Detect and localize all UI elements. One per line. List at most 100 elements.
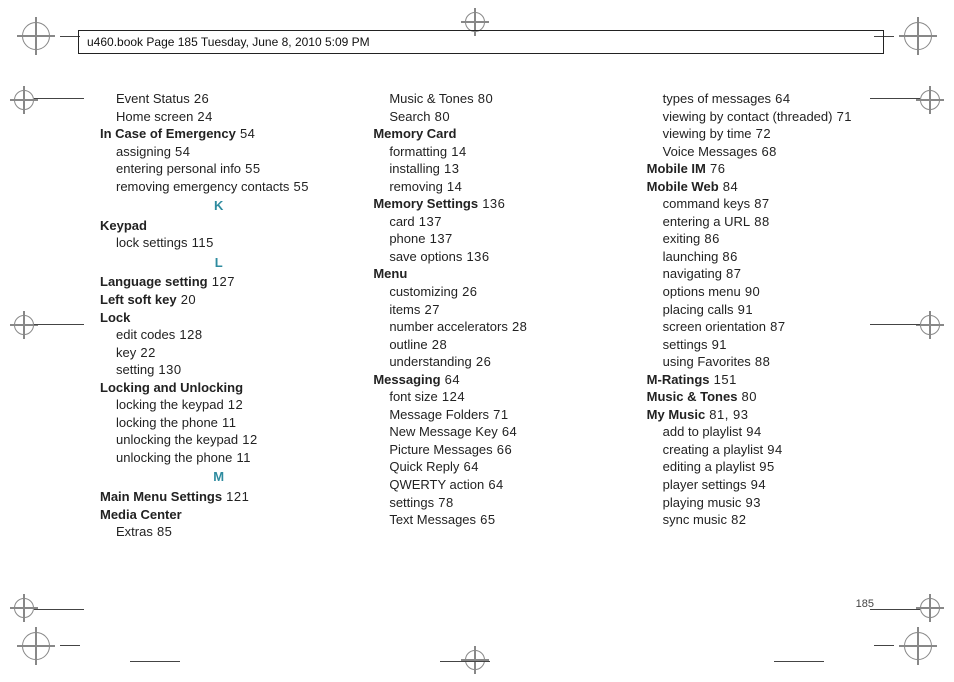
entry-text: settings: [389, 495, 434, 510]
entry-page: 12: [238, 432, 258, 447]
entry-text: Left soft key: [100, 292, 177, 307]
reg-mark-icon: [14, 90, 34, 110]
index-subentry: lock settings 115: [100, 234, 337, 252]
index-subentry: understanding 26: [373, 353, 610, 371]
index-subentry: placing calls 91: [647, 301, 884, 319]
reg-mark-icon: [920, 90, 940, 110]
entry-text: playing music: [663, 495, 742, 510]
entry-page: 80: [431, 109, 451, 124]
crop-bar: [130, 661, 180, 662]
page-body: Event Status 26Home screen 24In Case of …: [100, 90, 884, 622]
index-subentry: save options 136: [373, 248, 610, 266]
entry-page: 64: [441, 372, 461, 387]
index-subentry: navigating 87: [647, 265, 884, 283]
index-subentry: Quick Reply 64: [373, 458, 610, 476]
crop-bar: [774, 661, 824, 662]
entry-text: customizing: [389, 284, 458, 299]
reg-mark-icon: [22, 632, 50, 660]
entry-text: Mobile IM: [647, 161, 706, 176]
entry-page: 12: [224, 397, 244, 412]
entry-page: 24: [193, 109, 213, 124]
entry-page: 94: [742, 424, 762, 439]
entry-text: using Favorites: [663, 354, 751, 369]
entry-text: QWERTY action: [389, 477, 484, 492]
index-heading: Memory Settings 136: [373, 195, 610, 213]
entry-text: exiting: [663, 231, 701, 246]
crop-bar: [34, 98, 84, 99]
index-subentry: unlocking the keypad 12: [100, 431, 337, 449]
entry-text: Music & Tones: [647, 389, 738, 404]
index-heading: Menu: [373, 265, 610, 283]
index-heading: Keypad: [100, 217, 337, 235]
entry-text: Lock: [100, 310, 130, 325]
index-heading: Music & Tones 80: [647, 388, 884, 406]
index-subentry: installing 13: [373, 160, 610, 178]
entry-text: save options: [389, 249, 462, 264]
entry-page: 95: [755, 459, 775, 474]
index-subentry: edit codes 128: [100, 326, 337, 344]
entry-page: 11: [218, 415, 237, 430]
index-subentry: entering personal info 55: [100, 160, 337, 178]
entry-page: 87: [722, 266, 742, 281]
index-heading: Locking and Unlocking: [100, 379, 337, 397]
reg-mark-icon: [14, 598, 34, 618]
entry-text: Media Center: [100, 507, 182, 522]
index-heading: My Music 81, 93: [647, 406, 884, 424]
entry-text: settings: [663, 337, 708, 352]
entry-page: 68: [757, 144, 777, 159]
entry-page: 76: [706, 161, 726, 176]
index-subentry: assigning 54: [100, 143, 337, 161]
index-heading: Media Center: [100, 506, 337, 524]
entry-text: Locking and Unlocking: [100, 380, 243, 395]
entry-page: 137: [415, 214, 442, 229]
entry-text: removing emergency contacts: [116, 179, 289, 194]
entry-page: 87: [750, 196, 770, 211]
entry-page: 14: [447, 144, 467, 159]
entry-text: navigating: [663, 266, 722, 281]
index-subentry: command keys 87: [647, 195, 884, 213]
entry-text: understanding: [389, 354, 471, 369]
index-subentry: entering a URL 88: [647, 213, 884, 231]
entry-text: setting: [116, 362, 154, 377]
index-subentry: font size 124: [373, 388, 610, 406]
entry-text: unlocking the phone: [116, 450, 232, 465]
entry-text: lock settings: [116, 235, 188, 250]
reg-mark-icon: [14, 315, 34, 335]
index-subentry: launching 86: [647, 248, 884, 266]
entry-text: editing a playlist: [663, 459, 756, 474]
entry-text: outline: [389, 337, 427, 352]
index-subentry: outline 28: [373, 336, 610, 354]
entry-text: Memory Settings: [373, 196, 478, 211]
entry-text: Language setting: [100, 274, 208, 289]
entry-page: 64: [459, 459, 479, 474]
crop-bar: [60, 645, 80, 646]
index-subentry: using Favorites 88: [647, 353, 884, 371]
index-subentry: creating a playlist 94: [647, 441, 884, 459]
entry-text: M-Ratings: [647, 372, 710, 387]
entry-text: items: [389, 302, 420, 317]
section-letter: M: [100, 468, 337, 486]
entry-page: 121: [222, 489, 249, 504]
entry-page: 84: [719, 179, 739, 194]
entry-page: 128: [175, 327, 202, 342]
entry-text: entering a URL: [663, 214, 750, 229]
entry-text: types of messages: [663, 91, 771, 106]
index-subentry: formatting 14: [373, 143, 610, 161]
entry-page: 90: [741, 284, 761, 299]
reg-mark-icon: [920, 598, 940, 618]
entry-page: 72: [752, 126, 772, 141]
index-subentry: playing music 93: [647, 494, 884, 512]
entry-text: Voice Messages: [663, 144, 758, 159]
index-subentry: Music & Tones 80: [373, 90, 610, 108]
entry-page: 85: [153, 524, 173, 539]
entry-page: 87: [766, 319, 786, 334]
entry-page: 27: [420, 302, 440, 317]
index-subentry: New Message Key 64: [373, 423, 610, 441]
entry-text: sync music: [663, 512, 727, 527]
entry-text: Message Folders: [389, 407, 489, 422]
index-subentry: settings 78: [373, 494, 610, 512]
entry-text: phone: [389, 231, 425, 246]
index-subentry: Message Folders 71: [373, 406, 610, 424]
entry-text: assigning: [116, 144, 171, 159]
index-subentry: types of messages 64: [647, 90, 884, 108]
